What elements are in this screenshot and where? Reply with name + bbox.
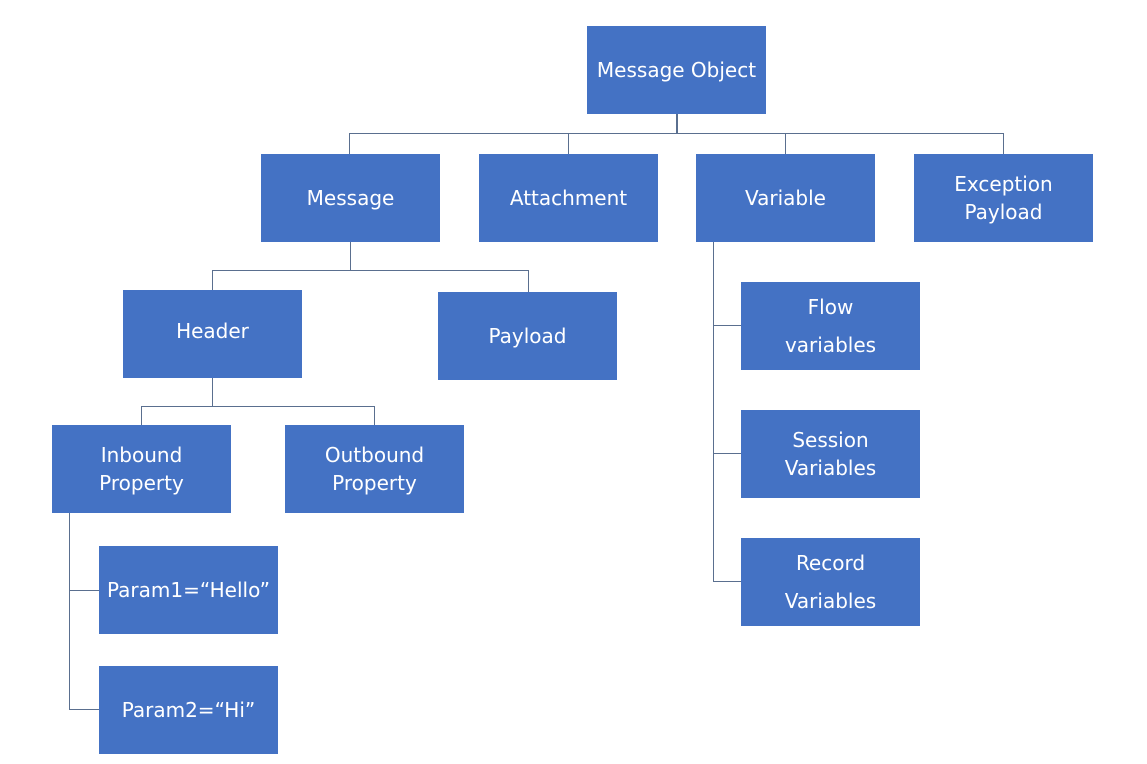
node-inbound-property[interactable]: Inbound Property — [52, 425, 231, 513]
node-label: Param1=“Hello” — [107, 578, 270, 602]
node-flow-variables[interactable]: Flow variables — [741, 282, 920, 370]
connector-root-down — [676, 114, 678, 134]
connector-to-header — [212, 270, 213, 290]
connector-to-outbound — [374, 406, 375, 425]
node-param2[interactable]: Param2=“Hi” — [99, 666, 278, 754]
node-label-line1: Session — [792, 428, 869, 452]
connector-to-flow — [713, 325, 741, 326]
node-label: Variable — [745, 186, 826, 210]
node-variable[interactable]: Variable — [696, 154, 875, 242]
node-message[interactable]: Message — [261, 154, 440, 242]
node-session-variables[interactable]: Session Variables — [741, 410, 920, 498]
node-label-line2: Property — [332, 471, 417, 495]
connector-header-down — [212, 378, 213, 406]
node-outbound-property[interactable]: Outbound Property — [285, 425, 464, 513]
connector-to-record — [713, 581, 741, 582]
node-label: Message — [306, 186, 395, 210]
node-payload[interactable]: Payload — [438, 292, 617, 380]
connector-to-param1 — [69, 590, 99, 591]
connector-to-session — [713, 453, 741, 454]
node-message-object[interactable]: Message Object — [587, 26, 766, 114]
node-exception-payload[interactable]: Exception Payload — [914, 154, 1093, 242]
node-label-line1: Outbound — [324, 443, 425, 467]
connector-to-attachment — [568, 133, 569, 154]
node-label: Message Object — [596, 58, 757, 82]
connector-to-exception — [1003, 133, 1004, 154]
connector-message-down — [350, 242, 351, 270]
node-attachment[interactable]: Attachment — [479, 154, 658, 242]
node-label-line2: Property — [99, 471, 184, 495]
node-label: Header — [176, 319, 249, 343]
node-label: Payload — [488, 324, 567, 348]
node-label-line2: Payload — [964, 200, 1043, 224]
node-label-line2: Variables — [784, 456, 877, 480]
node-label: Param2=“Hi” — [121, 698, 256, 722]
node-label-line1: Record — [795, 551, 866, 575]
node-label: Attachment — [509, 186, 628, 210]
connector-to-payload — [528, 270, 529, 292]
connector-inbound-spine — [69, 513, 70, 710]
connector-to-param2 — [69, 709, 99, 710]
node-label-line1: Exception — [954, 172, 1053, 196]
node-record-variables[interactable]: Record Variables — [741, 538, 920, 626]
node-label-line1: Inbound — [100, 443, 183, 467]
connector-message-bar — [212, 270, 529, 271]
connector-to-variable — [785, 133, 786, 154]
node-label-line1: Flow — [807, 295, 854, 319]
connector-to-inbound — [141, 406, 142, 425]
node-label-line2: Variables — [784, 589, 877, 613]
node-header[interactable]: Header — [123, 290, 302, 378]
node-label-line2: variables — [784, 333, 877, 357]
connector-variable-spine — [713, 242, 714, 581]
node-param1[interactable]: Param1=“Hello” — [99, 546, 278, 634]
connector-header-bar — [141, 406, 375, 407]
connector-level1-bar — [349, 133, 1004, 134]
connector-to-message — [349, 133, 350, 154]
